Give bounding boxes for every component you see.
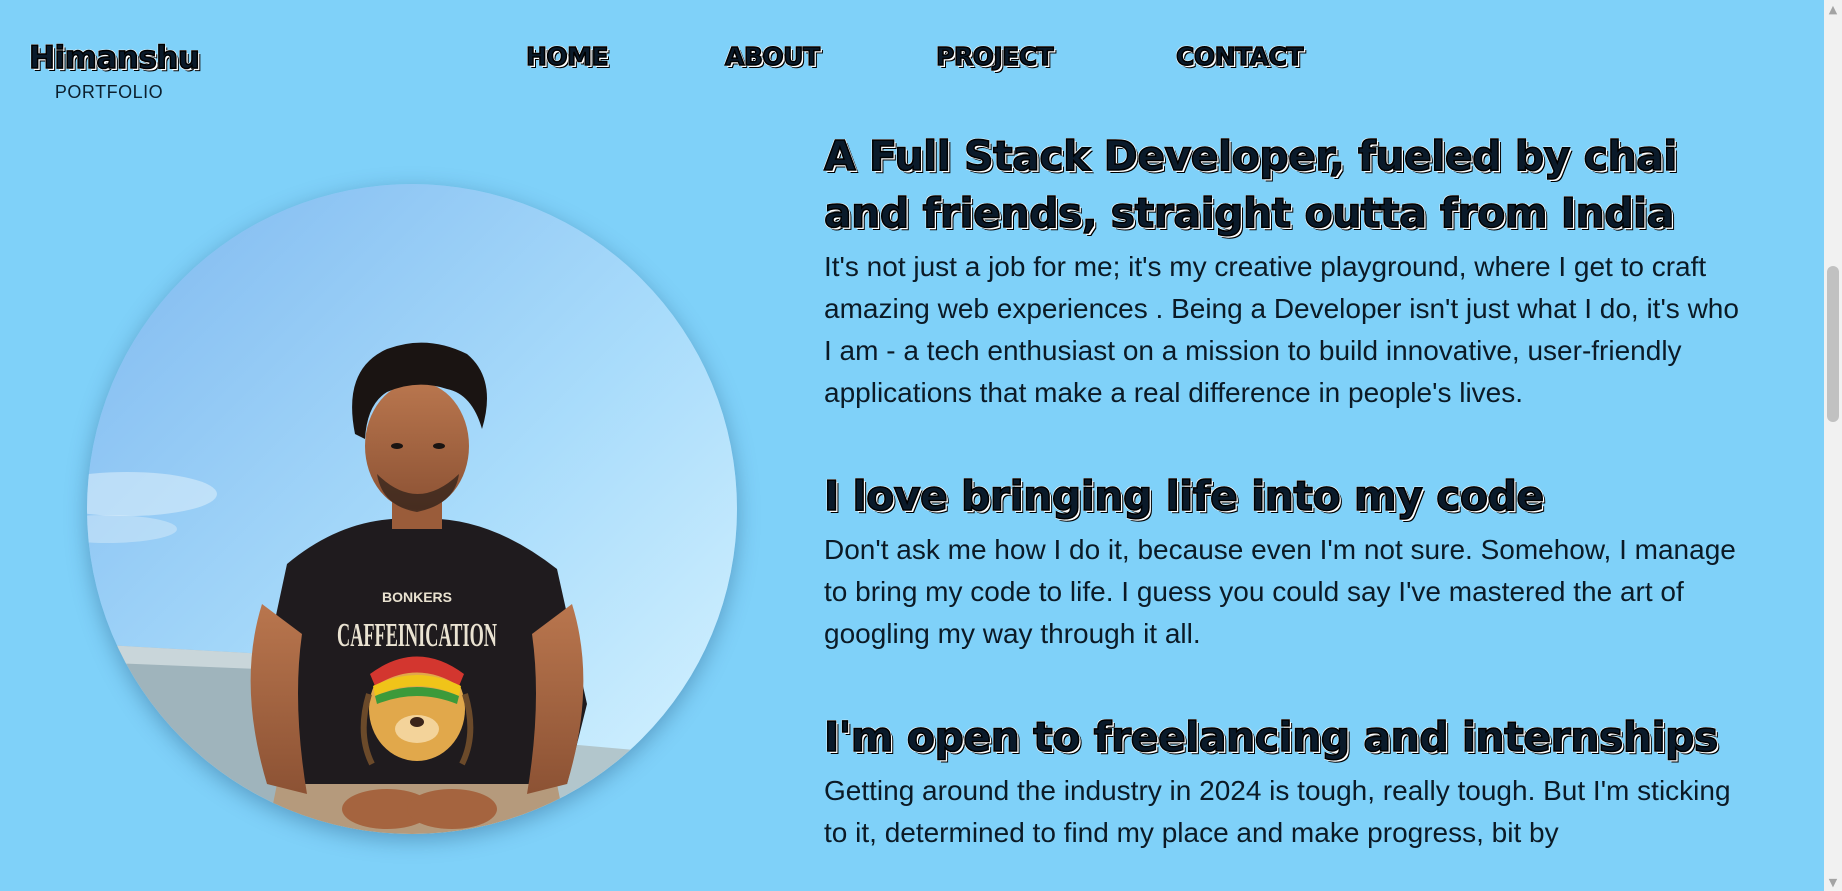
section-intro: A Full Stack Developer, fueled by chai a… [823,128,1744,414]
scroll-up-icon[interactable]: ▲ [1824,0,1842,18]
brand-logo[interactable]: Himanshu PORTFOLIO [28,38,200,103]
shirt-slogan-text: CAFFEINICATION [337,617,497,654]
vertical-scrollbar[interactable]: ▲ ▼ [1824,0,1842,891]
profile-photo: BONKERS CAFFEINICATION [87,184,737,834]
section-code: I love bringing life into my code Don't … [823,468,1744,655]
section-code-heading: I love bringing life into my code [823,471,1545,521]
brand-name: Himanshu [28,39,200,77]
section-intro-heading: A Full Stack Developer, fueled by chai a… [823,131,1678,238]
about-content: A Full Stack Developer, fueled by chai a… [823,128,1744,891]
brand-subtitle: PORTFOLIO [54,82,164,102]
profile-photo-illustration: BONKERS CAFFEINICATION [87,184,737,834]
scrollbar-thumb[interactable] [1827,266,1839,422]
nav-home-link[interactable]: HOME [525,40,609,74]
section-intro-body: It's not just a job for me; it's my crea… [824,251,1739,408]
section-freelance-heading: I'm open to freelancing and internships [823,712,1719,762]
nav-about-link[interactable]: ABOUT [724,40,821,74]
section-code-body: Don't ask me how I do it, because even I… [824,534,1736,649]
shirt-brand-text: BONKERS [382,589,452,605]
section-freelance-body: Getting around the industry in 2024 is t… [824,775,1731,848]
nav-project-link[interactable]: PROJECT [935,40,1054,74]
scroll-down-icon[interactable]: ▼ [1824,873,1842,891]
portfolio-page: Himanshu PORTFOLIO HOME ABOUT PROJECT CO… [0,0,1842,891]
section-freelance: I'm open to freelancing and internships … [823,709,1744,854]
nav-contact-link[interactable]: CONTACT [1175,40,1304,74]
